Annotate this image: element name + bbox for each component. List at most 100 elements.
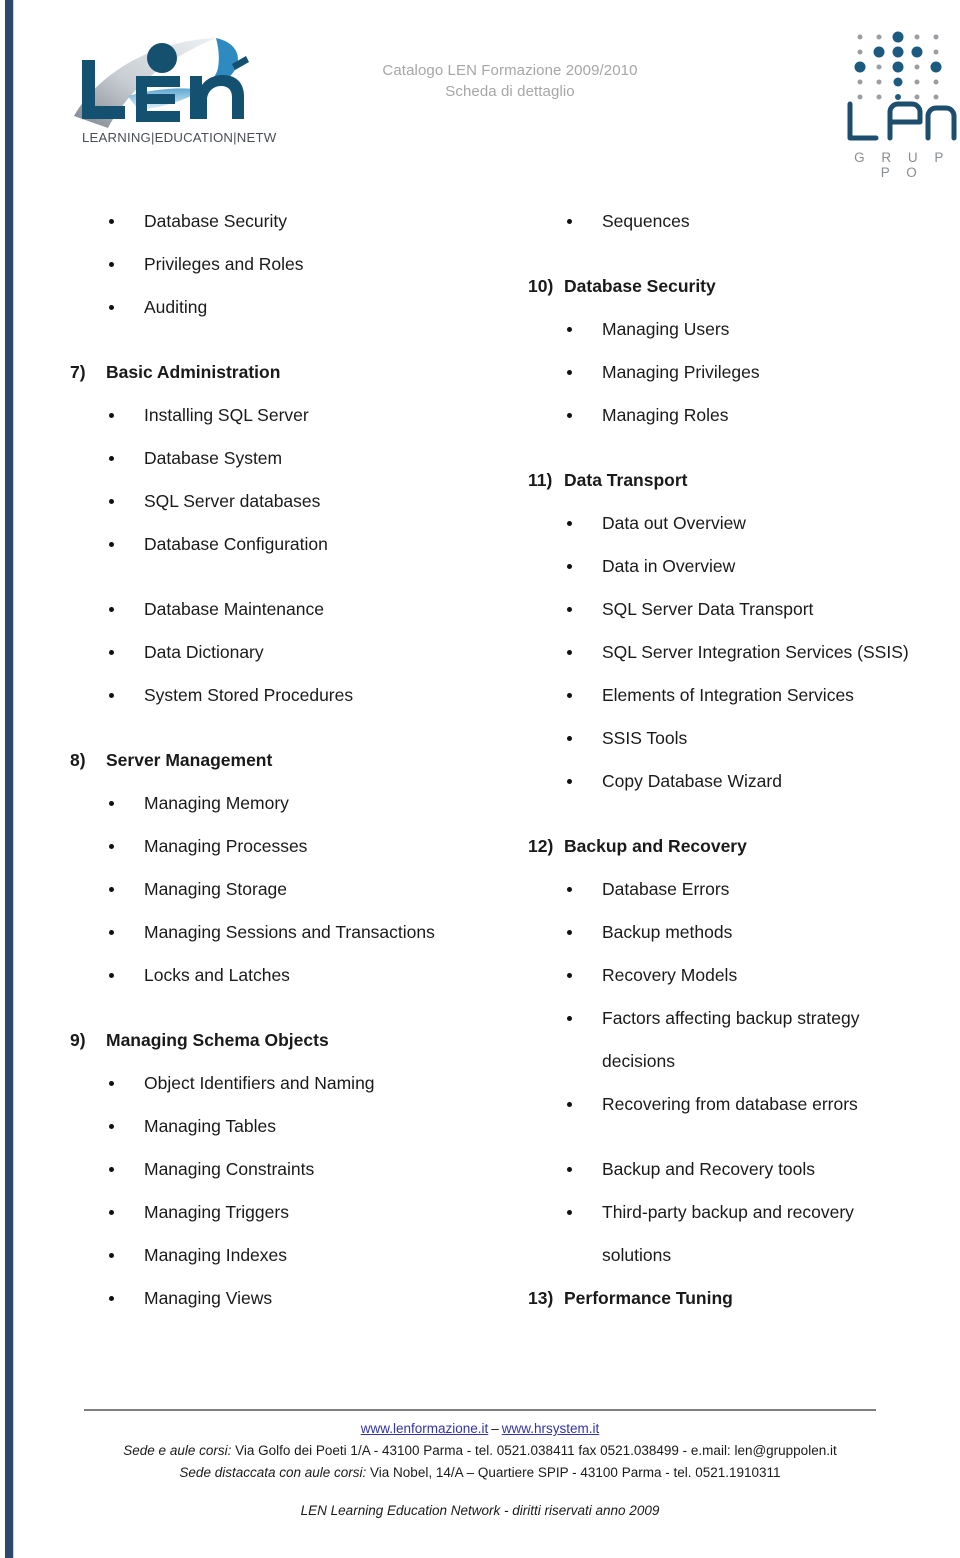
outline-item-continuation: decisions [602, 1051, 675, 1071]
outline-item: SSIS Tools [520, 727, 960, 749]
len-gruppo-subtext: G R U P P O [854, 150, 950, 180]
page-footer: www.lenformazione.it – www.hrsystem.it Sed… [0, 1409, 960, 1522]
outline-item: Privileges and Roles [62, 253, 584, 275]
outline-item: Elements of Integration Services [520, 684, 960, 706]
logo-dot [876, 34, 882, 40]
footer-address-secondary-label: Sede distaccata con aule corsi: [179, 1465, 367, 1480]
footer-address-primary-text: Via Golfo dei Poeti 1/A - 43100 Parma - … [231, 1443, 837, 1458]
outline-item: SQL Server Data Transport [520, 598, 960, 620]
outline-item: SQL Server databases [62, 490, 584, 512]
outline-item: Sequences [520, 210, 960, 232]
course-outline: Database Security Privileges and Roles Aud… [0, 196, 960, 1396]
document-page: LEARNING|EDUCATION|NETWORK Catalogo LEN … [0, 0, 960, 1558]
outline-section-heading: 12) Backup and Recovery [520, 835, 960, 857]
outline-section-heading: 11) Data Transport [520, 469, 960, 491]
outline-item: Installing SQL Server [62, 404, 584, 426]
outline-item: Managing Memory [62, 792, 584, 814]
outline-item: Factors affecting backup strategy [520, 1007, 960, 1029]
logo-dot [892, 46, 904, 58]
logo-tagline: LEARNING|EDUCATION|NETWORK [82, 130, 276, 145]
outline-item-continuation: solutions [602, 1245, 672, 1265]
logo-dot [892, 61, 904, 73]
len-gruppo-wordmark [844, 100, 960, 148]
outline-item: Managing Indexes [62, 1244, 584, 1266]
outline-item: Backup methods [520, 921, 960, 943]
footer-link-lenformazione[interactable]: www.lenformazione.it [361, 1421, 489, 1436]
outline-item: Managing Sessions and Transactions [62, 921, 584, 943]
outline-section-heading: 13) Performance Tuning [520, 1287, 960, 1309]
page-title-line2: Scheda di dettaglio [445, 83, 575, 100]
footer-divider [84, 1409, 876, 1411]
outline-item: Database Security [62, 210, 584, 232]
footer-link-hrsystem[interactable]: www.hrsystem.it [502, 1421, 600, 1436]
footer-link-separator: – [491, 1421, 499, 1436]
footer-address-primary-label: Sede e aule corsi: [123, 1443, 232, 1458]
logo-dot [876, 94, 882, 100]
outline-item: Managing Constraints [62, 1158, 584, 1180]
logo-dot [914, 34, 920, 40]
logo-dot [893, 77, 903, 87]
outline-item: SQL Server Integration Services (SSIS) [520, 641, 960, 663]
outline-item: Locks and Latches [62, 964, 584, 986]
outline-item: Managing Processes [62, 835, 584, 857]
section-number: 9) [70, 1030, 86, 1050]
outline-item: Data out Overview [520, 512, 960, 534]
outline-item: Managing Roles [520, 404, 960, 426]
outline-item: Managing Users [520, 318, 960, 340]
outline-item: Database Maintenance [62, 598, 584, 620]
section-number: 8) [70, 750, 86, 770]
outline-item: Managing Views [62, 1287, 584, 1309]
section-title: Data Transport [564, 470, 688, 490]
outline-section-heading: 10) Database Security [520, 275, 960, 297]
logo-dot [857, 49, 863, 55]
outline-item: Database Configuration [62, 533, 584, 555]
logo-dot [933, 79, 939, 85]
page-title: Catalogo LEN Formazione 2009/2010 Scheda… [330, 60, 690, 102]
logo-dot [876, 79, 882, 85]
footer-address-primary: Sede e aule corsi: Via Golfo dei Poeti 1… [0, 1440, 960, 1462]
outline-item: Recovery Models [520, 964, 960, 986]
outline-item: System Stored Procedures [62, 684, 584, 706]
outline-item: Recovering from database errors [520, 1093, 960, 1115]
footer-copyright: LEN Learning Education Network - diritti… [300, 1503, 660, 1518]
logo-dot-matrix [852, 28, 952, 100]
logo-dot [933, 94, 939, 100]
logo-dot [892, 31, 904, 43]
outline-item: Third-party backup and recovery [520, 1201, 960, 1223]
logo-dot [857, 94, 863, 100]
section-title: Managing Schema Objects [106, 1030, 329, 1050]
page-title-line1: Catalogo LEN Formazione 2009/2010 [382, 62, 638, 79]
logo-dot [914, 64, 920, 70]
logo-dot [857, 34, 863, 40]
section-number: 13) [528, 1288, 554, 1308]
outline-item: Data in Overview [520, 555, 960, 577]
logo-dot [914, 94, 920, 100]
logo-dot [933, 49, 939, 55]
section-title: Database Security [564, 276, 716, 296]
logo-dot [930, 61, 942, 73]
outline-item: Database System [62, 447, 584, 469]
footer-address-secondary-text: Via Nobel, 14/A – Quartiere SPIP - 43100… [366, 1465, 781, 1480]
outline-item: Auditing [62, 296, 584, 318]
logo-dot [933, 34, 939, 40]
outline-item: Managing Tables [62, 1115, 584, 1137]
logo-dot [854, 61, 866, 73]
len-gruppo-logo: G R U P P O [836, 28, 960, 180]
logo-dot [873, 46, 885, 58]
outline-item: Managing Triggers [62, 1201, 584, 1223]
page-header: LEARNING|EDUCATION|NETWORK Catalogo LEN … [0, 0, 960, 200]
outline-item: Managing Storage [62, 878, 584, 900]
logo-dot [914, 79, 920, 85]
section-title: Performance Tuning [564, 1288, 733, 1308]
section-number: 10) [528, 276, 554, 296]
logo-dot [911, 46, 923, 58]
logo-dot [876, 64, 882, 70]
outline-section-heading: 9) Managing Schema Objects [62, 1029, 546, 1051]
section-number: 11) [528, 470, 553, 490]
len-learning-education-network-logo: LEARNING|EDUCATION|NETWORK [66, 24, 276, 154]
section-title: Basic Administration [106, 362, 281, 382]
outline-item: Database Errors [520, 878, 960, 900]
outline-item: Managing Privileges [520, 361, 960, 383]
outline-item: Copy Database Wizard [520, 770, 960, 792]
outline-section-heading: 7) Basic Administration [62, 361, 546, 383]
